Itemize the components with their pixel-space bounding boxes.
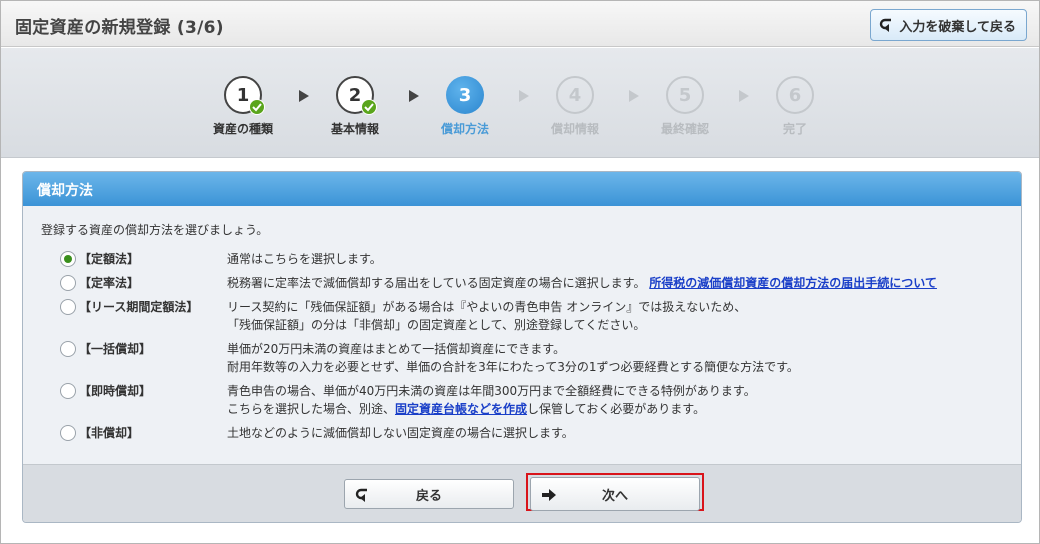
step-complete: 6 完了: [745, 76, 845, 137]
step-label: 基本情報: [330, 122, 379, 136]
option-description: 税務署に定率法で減価償却する届出をしている固定資産の場合に選択します。 所得税の…: [227, 276, 937, 290]
option-name: 【一括償却】: [79, 342, 152, 356]
panel-intro: 登録する資産の償却方法を選びましょう。: [41, 223, 269, 237]
radio-declining-balance[interactable]: [60, 275, 76, 291]
radio-lease-term[interactable]: [60, 299, 76, 315]
check-icon: [361, 99, 377, 115]
step-circle: 3: [446, 76, 484, 114]
check-icon: [249, 99, 265, 115]
option-description: 通常はこちらを選択します。: [227, 252, 382, 266]
discard-and-return-button[interactable]: 入力を破棄して戻る: [870, 9, 1027, 41]
step-final-check: 5 最終確認: [635, 76, 735, 137]
step-circle: 1: [224, 76, 265, 115]
filing-procedure-link[interactable]: 所得税の減価償却資産の償却方法の届出手続について: [649, 276, 937, 290]
step-depreciation-method: 3 償却方法: [415, 76, 515, 137]
step-label: 償却情報: [550, 122, 599, 136]
option-name: 【定額法】: [79, 252, 140, 266]
step-label: 償却方法: [440, 122, 489, 136]
option-non-depreciable[interactable]: 【非償却】 土地などのように減価償却しない固定資産の場合に選択します。: [41, 424, 1003, 442]
step-depreciation-info: 4 償却情報: [525, 76, 625, 137]
return-arrow-icon: [355, 487, 371, 503]
option-description: 土地などのように減価償却しない固定資産の場合に選択します。: [227, 426, 574, 440]
radio-lump-sum[interactable]: [60, 341, 76, 357]
option-immediate[interactable]: 【即時償却】 青色申告の場合、単価が40万円未満の資産は年間300万円まで全額経…: [41, 382, 1003, 418]
discard-button-label: 入力を破棄して戻る: [899, 19, 1016, 35]
step-circle: 4: [556, 76, 594, 114]
radio-non-depreciable[interactable]: [60, 425, 76, 441]
back-button[interactable]: 戻る: [344, 479, 514, 509]
option-name: 【定率法】: [79, 276, 140, 290]
option-description: リース契約に「残価保証額」がある場合は『やよいの青色申告 オンライン』では扱えな…: [227, 300, 747, 332]
header: 固定資産の新規登録 (3/6) 入力を破棄して戻る: [1, 1, 1039, 47]
option-straight-line[interactable]: 【定額法】 通常はこちらを選択します。: [41, 250, 1003, 268]
option-name: 【非償却】: [79, 426, 140, 440]
page-title: 固定資産の新規登録 (3/6): [15, 18, 224, 38]
radio-straight-line[interactable]: [60, 251, 76, 267]
step-circle: 2: [336, 76, 377, 115]
arrow-right-icon: [541, 487, 557, 503]
option-lease-term[interactable]: 【リース期間定額法】 リース契約に「残価保証額」がある場合は『やよいの青色申告 …: [41, 298, 1003, 334]
return-arrow-icon: [879, 17, 895, 33]
panel-body: 登録する資産の償却方法を選びましょう。 【定額法】 通常はこちらを選択します。 …: [23, 206, 1021, 442]
depreciation-method-panel: 償却方法 登録する資産の償却方法を選びましょう。 【定額法】 通常はこちらを選択…: [22, 171, 1022, 523]
step-label: 資産の種類: [212, 122, 273, 136]
step-basic-info: 2 基本情報: [305, 76, 405, 137]
radio-immediate[interactable]: [60, 383, 76, 399]
step-label: 完了: [782, 122, 807, 136]
panel-footer: 戻る 次へ: [23, 464, 1021, 522]
step-circle: 5: [666, 76, 704, 114]
progress-stepper: 1 資産の種類 2 基本情報 3 償却方法 4 償却情報 5 最終確認 6 完了: [1, 48, 1039, 158]
back-button-label: 戻る: [415, 488, 442, 504]
option-declining-balance[interactable]: 【定率法】 税務署に定率法で減価償却する届出をしている固定資産の場合に選択します…: [41, 274, 1003, 292]
panel-title: 償却方法: [23, 172, 1021, 206]
option-name: 【リース期間定額法】: [79, 300, 199, 314]
option-description: 青色申告の場合、単価が40万円未満の資産は年間300万円まで全額経費にできる特例…: [227, 384, 756, 416]
next-button[interactable]: 次へ: [530, 477, 700, 511]
step-label: 最終確認: [660, 122, 709, 136]
option-lump-sum[interactable]: 【一括償却】 単価が20万円未満の資産はまとめて一括償却資産にできます。 耐用年…: [41, 340, 1003, 376]
step-asset-type: 1 資産の種類: [193, 76, 293, 137]
option-name: 【即時償却】: [79, 384, 152, 398]
create-asset-ledger-link[interactable]: 固定資産台帳などを作成: [395, 402, 527, 416]
option-description: 単価が20万円未満の資産はまとめて一括償却資産にできます。 耐用年数等の入力を必…: [227, 342, 799, 374]
step-circle: 6: [776, 76, 814, 114]
app-window: 固定資産の新規登録 (3/6) 入力を破棄して戻る 1 資産の種類 2 基本情報: [0, 0, 1040, 544]
next-button-label: 次へ: [601, 488, 628, 504]
